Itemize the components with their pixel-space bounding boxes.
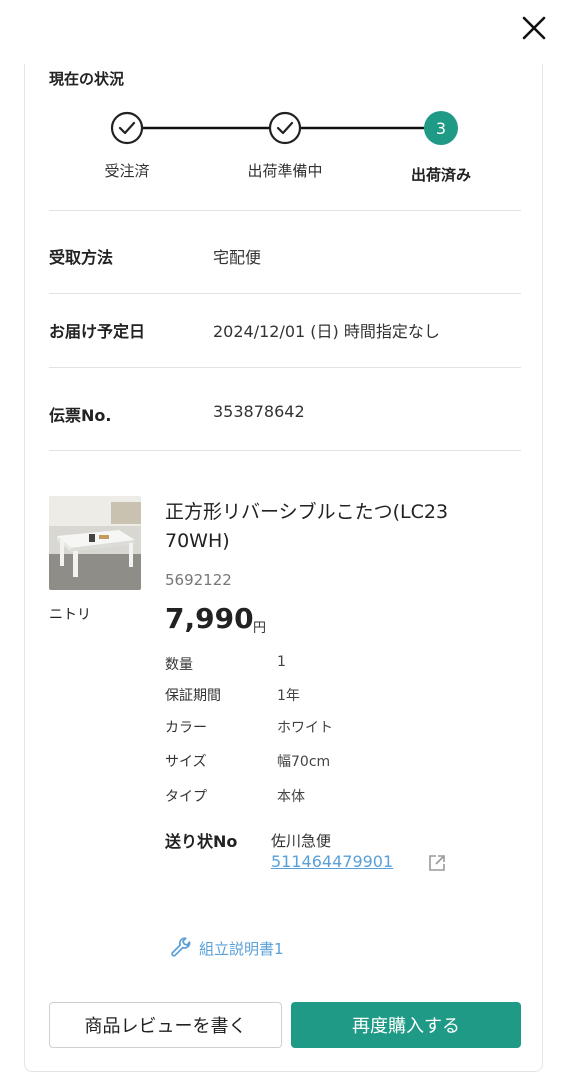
close-icon [522, 16, 546, 40]
rebuy-button[interactable]: 再度購入する [291, 1002, 521, 1048]
product-thumbnail[interactable] [49, 496, 141, 590]
attr-type-label: タイプ [165, 789, 207, 805]
price-currency: 円 [253, 621, 267, 636]
write-review-button[interactable]: 商品レビューを書く [49, 1002, 282, 1048]
close-button[interactable] [518, 12, 550, 44]
external-link-icon[interactable] [427, 853, 447, 873]
attr-quantity-value: 1 [277, 654, 286, 670]
product-brand: ニトリ [49, 607, 91, 623]
slip-number-label: 伝票No. [49, 406, 112, 425]
step-label-shipped: 出荷済み [410, 166, 472, 184]
step-label-received: 受注済 [104, 162, 150, 180]
step-1-check-icon [110, 111, 144, 145]
assembly-manual-link[interactable]: 組立説明書1 [169, 936, 284, 960]
divider [49, 210, 521, 211]
product-name[interactable]: 正方形リバーシブルこたつ(LC23 70WH) [165, 498, 495, 556]
step-label-preparing: 出荷準備中 [247, 162, 323, 180]
attr-warranty-value: 1年 [277, 688, 300, 704]
wrench-icon [171, 937, 191, 957]
scheduled-date-label: お届け予定日 [49, 322, 146, 341]
order-detail-card: 現在の状況 3 受注済 出荷準備中 出荷済み 受取方法 宅配便 お届け予定日 2… [24, 64, 543, 1072]
step-2-check-icon [268, 111, 302, 145]
divider [49, 450, 521, 451]
divider [49, 293, 521, 294]
status-title: 現在の状況 [49, 70, 125, 88]
tracking-label: 送り状No [165, 832, 238, 851]
slip-number-value: 353878642 [213, 402, 305, 421]
attr-quantity-label: 数量 [165, 657, 193, 673]
progress-stepper: 3 [110, 111, 458, 145]
divider [49, 367, 521, 368]
product-name-line-2: 70WH) [165, 530, 230, 552]
tracking-number-link[interactable]: 511464479901 [271, 852, 393, 871]
attr-size-value: 幅70cm [277, 754, 331, 770]
delivery-method-value: 宅配便 [213, 248, 262, 267]
attr-color-label: カラー [165, 720, 207, 736]
scheduled-date-value: 2024/12/01 (日) 時間指定なし [213, 322, 440, 341]
attr-type-value: 本体 [277, 789, 305, 805]
attr-color-value: ホワイト [277, 720, 333, 736]
product-code: 5692122 [165, 571, 232, 589]
delivery-method-label: 受取方法 [49, 248, 114, 267]
product-price: 7,990 [165, 602, 254, 635]
product-name-line-1: 正方形リバーシブルこたつ(LC23 [165, 501, 449, 523]
attr-warranty-label: 保証期間 [165, 688, 221, 704]
step-3-number: 3 [436, 119, 446, 138]
attr-size-label: サイズ [165, 754, 207, 770]
carrier-name: 佐川急便 [271, 832, 332, 850]
assembly-manual-label: 組立説明書1 [199, 939, 284, 958]
